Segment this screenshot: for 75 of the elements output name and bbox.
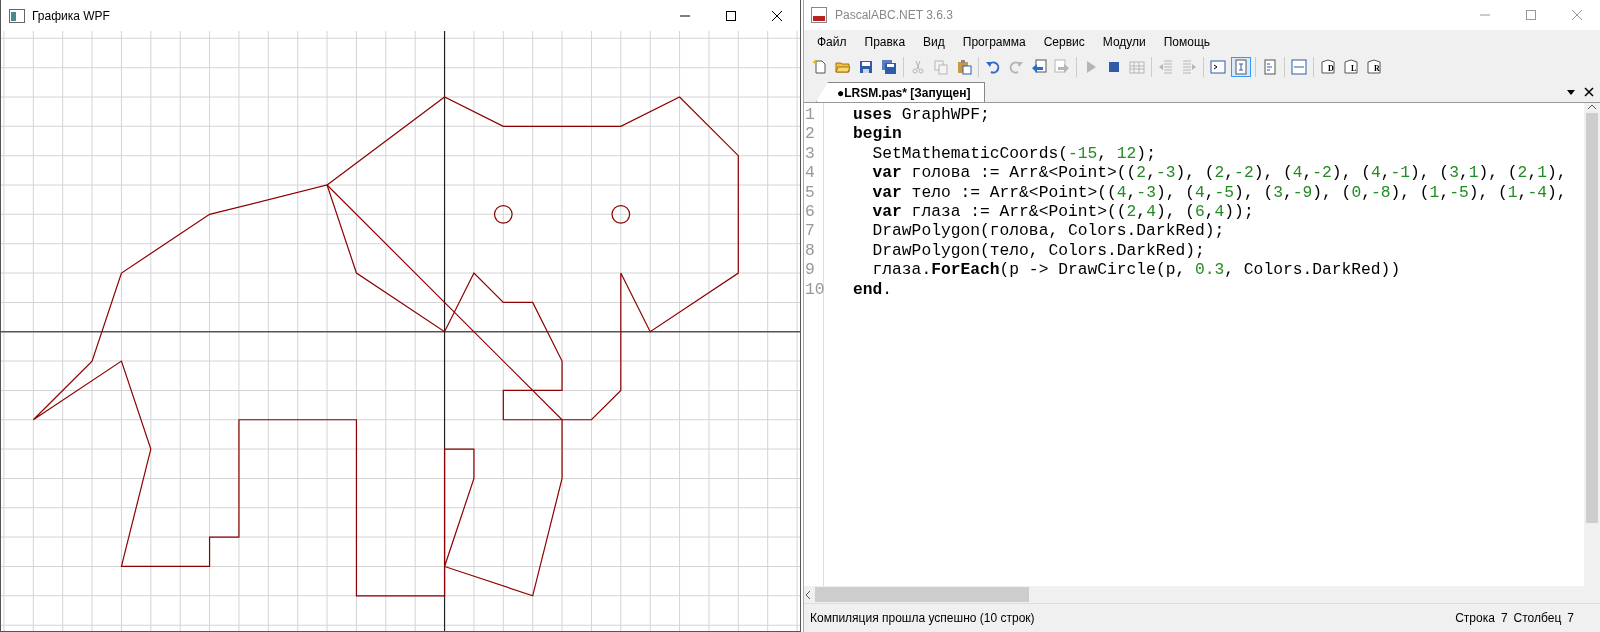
menu-item[interactable]: Файл	[808, 32, 856, 52]
code-line: var тело := Arr&<Point>((4,-3), (4,-5), (3,-9), (0,-8), (1,-5), (1,-4),	[872, 182, 1567, 202]
app-logo-icon	[811, 7, 827, 23]
code-line: uses GraphWPF;	[853, 105, 990, 125]
line-label: Строка	[1455, 611, 1495, 625]
indent-icon	[1181, 59, 1197, 75]
code-line: begin	[853, 124, 902, 144]
scroll-up-icon[interactable]	[1587, 103, 1597, 111]
document-icon	[1366, 59, 1382, 75]
clipboard-icon	[956, 59, 972, 75]
line-number: 7	[804, 221, 816, 241]
document-icon	[1343, 59, 1359, 75]
line-number: 2	[804, 124, 816, 144]
line-value: 7	[1500, 611, 1508, 625]
menu-item[interactable]: Сервис	[1034, 32, 1094, 52]
line-number: 6	[804, 201, 816, 222]
line-number: 9	[804, 260, 816, 280]
column-value: 7	[1567, 611, 1574, 625]
horizontal-scrollbar[interactable]	[804, 586, 1584, 603]
redo-icon	[1008, 59, 1024, 75]
code-line: SetMathematicCoords(-15, 12);	[872, 143, 1156, 164]
floppy-disks-icon	[881, 59, 897, 75]
undo-icon	[985, 59, 1001, 75]
document-arrow-icon	[1054, 59, 1070, 75]
scroll-left-icon[interactable]	[804, 589, 812, 600]
menu-item[interactable]: Модули	[1093, 32, 1155, 52]
letter-glyph: D	[1328, 64, 1334, 73]
document-icon	[1233, 59, 1249, 75]
code-line: DrawPolygon(тело, Colors.DarkRed);	[872, 240, 1205, 261]
window-icon	[9, 8, 25, 23]
status-message: Компиляция прошла успешно (10 строк)	[810, 611, 1036, 625]
folder-icon	[835, 59, 851, 75]
console-icon	[1210, 59, 1226, 75]
dropdown-icon[interactable]	[1566, 87, 1576, 97]
line-number: 4	[804, 163, 816, 183]
column-label: Столбец	[1513, 611, 1562, 625]
close-icon[interactable]	[1584, 87, 1594, 97]
line-number: 3	[804, 143, 816, 164]
toolbar-button[interactable]	[879, 57, 899, 77]
menu-item[interactable]: Вид	[914, 32, 954, 52]
close-icon[interactable]	[771, 9, 783, 22]
code-line: end.	[853, 279, 893, 299]
window-title: Графика WPF	[32, 8, 111, 23]
vertical-scrollbar[interactable]	[1584, 103, 1600, 603]
outdent-icon	[1158, 59, 1174, 75]
scissors-icon	[910, 59, 926, 75]
copy-icon	[933, 59, 949, 75]
menu-item[interactable]: Программа	[953, 32, 1035, 52]
toolbar-button[interactable]: D	[1318, 57, 1338, 77]
menu-item[interactable]: Помощь	[1154, 32, 1220, 52]
stop-icon	[1106, 59, 1122, 75]
toolbar-button[interactable]: L	[1341, 57, 1361, 77]
table-icon	[1129, 59, 1145, 75]
line-number: 8	[804, 240, 816, 261]
document-icon	[1262, 59, 1278, 75]
code-line: var голова := Arr&<Point>((2,-3), (2,-2), (4,-2), (4,-1), (3,1), (2,1),	[872, 163, 1567, 183]
code-line: DrawPolygon(голова, Colors.DarkRed);	[872, 221, 1225, 241]
maximize-icon[interactable]	[725, 9, 737, 22]
code-icon	[1291, 59, 1307, 75]
code-line: глаза.ForEach(p -> DrawCircle(p, 0.3, Colors.DarkRed))	[872, 260, 1401, 280]
menu-item[interactable]: Правка	[855, 32, 915, 52]
window-title: PascalABC.NET 3.6.3	[835, 8, 954, 22]
line-number: 5	[804, 182, 816, 202]
letter-glyph: L	[1351, 64, 1357, 73]
document-arrow-icon	[1031, 59, 1047, 75]
line-number: 1	[804, 105, 816, 125]
document-icon	[1320, 59, 1336, 75]
toolbar-button[interactable]	[1208, 57, 1228, 77]
letter-glyph: R	[1374, 64, 1380, 73]
code-line: var глаза := Arr&<Point>((2,4), (6,4));	[872, 201, 1254, 222]
toolbar-button[interactable]	[1231, 57, 1251, 77]
new-file-icon	[812, 59, 828, 75]
line-number: 10	[804, 279, 823, 299]
file-tab[interactable]: ●LRSM.pas* [Запущен]	[816, 82, 986, 102]
toolbar-button[interactable]: R	[1364, 57, 1384, 77]
